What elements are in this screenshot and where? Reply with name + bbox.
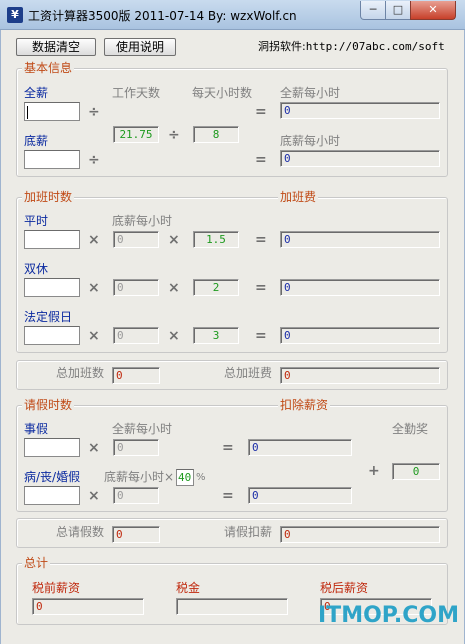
deduct-legend: 扣除薪资 [278, 398, 331, 412]
overtime-hours-input[interactable] [24, 326, 80, 345]
site-watermark: ITMOP.COM [318, 603, 459, 628]
software-link[interactable]: 洞拐软件:http://07abc.com/soft [258, 38, 445, 54]
overtime-pay-value: 0 [280, 279, 440, 296]
equals-symbol: = [255, 232, 267, 248]
full-salary-input[interactable] [24, 102, 80, 121]
total-overtime-pay-value: 0 [280, 367, 440, 384]
equals-symbol: = [222, 488, 234, 504]
sick-percent-input[interactable]: 40 [176, 469, 194, 486]
total-deduct-value: 0 [280, 526, 440, 543]
personal-leave-deduct-value: 0 [248, 439, 352, 456]
overtime-multiplier-field[interactable]: 1.5 [193, 231, 239, 248]
close-button[interactable]: ✕ [410, 1, 456, 20]
divide-symbol: ÷ [88, 152, 100, 168]
attendance-bonus-label: 全勤奖 [392, 422, 429, 436]
total-leave-label: 总请假数 [56, 525, 105, 539]
divide-symbol: ÷ [88, 104, 100, 120]
personal-leave-label: 事假 [24, 422, 49, 436]
leave-full-hourly-label: 全薪每小时 [112, 422, 173, 436]
equals-symbol: = [255, 280, 267, 296]
multiply-symbol: × [168, 328, 180, 344]
overtime-base-hourly-value: 0 [113, 279, 159, 296]
overtime-base-hourly-label: 底薪每小时 [112, 214, 173, 228]
multiply-symbol: × [88, 280, 100, 296]
total-leave-value: 0 [112, 526, 160, 543]
hours-per-day-field[interactable]: 8 [193, 126, 239, 143]
pretax-salary-value: 0 [32, 598, 144, 615]
base-hourly-label: 底薪每小时 [280, 134, 341, 148]
overtime-base-hourly-value: 0 [113, 327, 159, 344]
help-button[interactable]: 使用说明 [104, 38, 176, 56]
app-icon: ¥ [7, 7, 23, 23]
work-days-field[interactable]: 21.75 [113, 126, 159, 143]
minimize-button[interactable]: ─ [360, 1, 386, 20]
base-salary-label: 底薪 [24, 134, 49, 148]
total-legend: 总计 [22, 556, 51, 570]
sick-base-hourly-label: 底薪每小时× [104, 470, 175, 484]
sick-leave-base-hourly-value: 0 [113, 487, 159, 504]
overtime-row-label: 平时 [24, 214, 49, 228]
full-hourly-value: 0 [280, 102, 440, 119]
overtime-hours-input[interactable] [24, 230, 80, 249]
work-days-label: 工作天数 [112, 86, 161, 100]
equals-symbol: = [255, 328, 267, 344]
text-caret [27, 105, 28, 119]
pretax-salary-label: 税前薪资 [32, 581, 81, 595]
multiply-symbol: × [168, 280, 180, 296]
personal-leave-hours-input[interactable] [24, 438, 80, 457]
hours-per-day-label: 每天小时数 [192, 86, 253, 100]
plus-symbol: + [368, 463, 380, 479]
total-overtime-hours-label: 总加班数 [56, 366, 105, 380]
overtime-multiplier-field[interactable]: 2 [193, 279, 239, 296]
attendance-bonus-field[interactable]: 0 [392, 463, 440, 480]
percent-sign: % [196, 472, 206, 483]
maximize-button[interactable]: □ [385, 1, 411, 20]
equals-symbol: = [222, 440, 234, 456]
equals-symbol: = [255, 152, 267, 168]
sick-leave-hours-input[interactable] [24, 486, 80, 505]
total-deduct-label: 请假扣薪 [224, 525, 273, 539]
sick-leave-label: 病/丧/婚假 [24, 470, 81, 484]
base-hourly-value: 0 [280, 150, 440, 167]
overtime-row-label: 双休 [24, 262, 49, 276]
total-overtime-hours-value: 0 [112, 367, 160, 384]
full-salary-label: 全薪 [24, 86, 49, 100]
tax-value [176, 598, 288, 615]
overtime-base-hourly-value: 0 [113, 231, 159, 248]
sick-leave-deduct-value: 0 [248, 487, 352, 504]
total-overtime-pay-label: 总加班费 [224, 366, 273, 380]
software-link-url: http://07abc.com/soft [305, 40, 445, 53]
leave-legend: 请假时数 [22, 398, 75, 412]
software-link-label: 洞拐软件: [258, 40, 306, 53]
overtime-pay-value: 0 [280, 327, 440, 344]
divide-symbol: ÷ [168, 127, 180, 143]
multiply-symbol: × [88, 440, 100, 456]
multiply-symbol: × [168, 232, 180, 248]
aftertax-salary-label: 税后薪资 [320, 581, 369, 595]
clear-data-button[interactable]: 数据清空 [16, 38, 96, 56]
base-salary-input[interactable] [24, 150, 80, 169]
overtime-row-label: 法定假日 [24, 310, 73, 324]
multiply-symbol: × [88, 232, 100, 248]
overtime-hours-input[interactable] [24, 278, 80, 297]
multiply-symbol: × [88, 488, 100, 504]
overtime-legend: 加班时数 [22, 190, 75, 204]
basic-info-legend: 基本信息 [22, 61, 75, 75]
full-hourly-label: 全薪每小时 [280, 86, 341, 100]
window-title: 工资计算器3500版 2011-07-14 By: wzxWolf.cn [28, 9, 297, 23]
overtime-pay-value: 0 [280, 231, 440, 248]
tax-label: 税金 [176, 581, 201, 595]
equals-symbol: = [255, 104, 267, 120]
overtime-multiplier-field[interactable]: 3 [193, 327, 239, 344]
overtime-pay-legend: 加班费 [278, 190, 319, 204]
personal-leave-full-hourly-value: 0 [113, 439, 159, 456]
title-bar[interactable]: ¥ 工资计算器3500版 2011-07-14 By: wzxWolf.cn ─… [0, 0, 465, 30]
multiply-symbol: × [88, 328, 100, 344]
